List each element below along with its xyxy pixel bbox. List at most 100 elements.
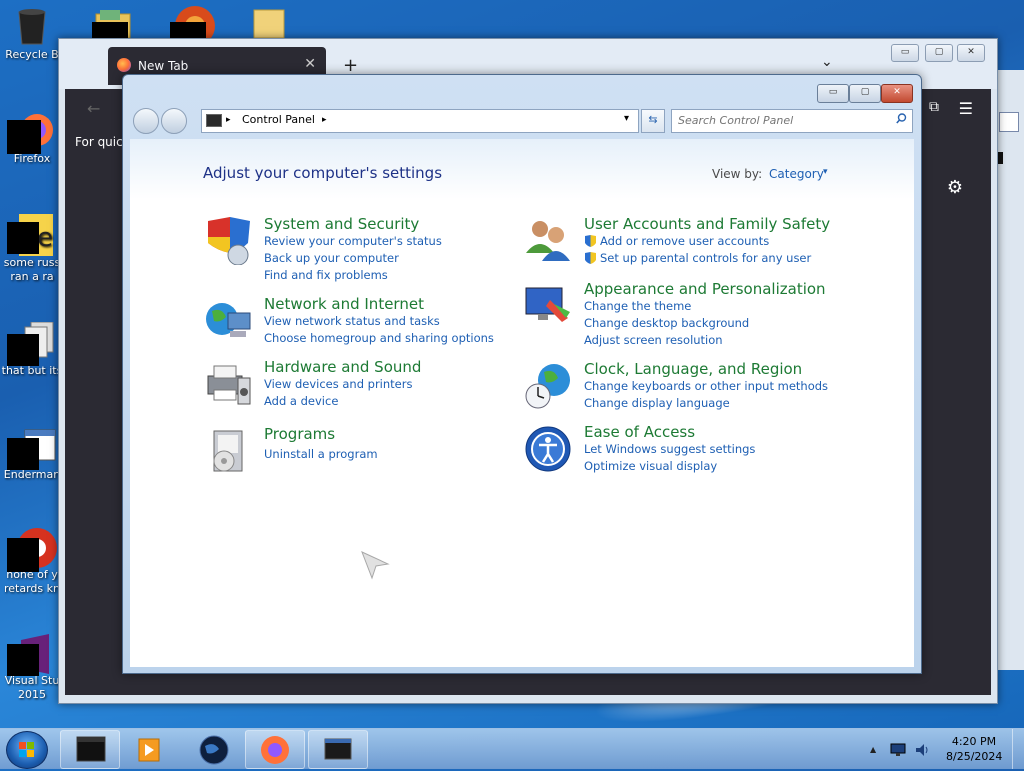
category-title[interactable]: Hardware and Sound — [264, 358, 421, 376]
category-link[interactable]: Set up parental controls for any user — [600, 251, 811, 265]
category-link[interactable]: Choose homegroup and sharing options — [264, 331, 494, 345]
desktop-icon-stack[interactable]: that but its — [0, 321, 64, 378]
text-file-icon: e — [7, 214, 53, 256]
new-tab-button[interactable]: + — [343, 55, 358, 76]
category-title[interactable]: Clock, Language, and Region — [584, 360, 802, 378]
category-link[interactable]: Adjust screen resolution — [584, 333, 723, 347]
category-link[interactable]: Change keyboards or other input methods — [584, 379, 828, 393]
cp-maximize-button[interactable]: ▢ — [849, 84, 881, 103]
category-link[interactable]: Back up your computer — [264, 251, 399, 265]
windows-logo-icon — [19, 742, 34, 757]
cp-close-button[interactable]: ✕ — [881, 84, 913, 103]
address-bar[interactable]: ▸ Control Panel ▸ ▾ — [201, 109, 639, 133]
taskbar-media-player[interactable] — [120, 730, 180, 769]
taskbar: ▲ 4:20 PM 8/25/2024 — [0, 728, 1024, 769]
gear-icon[interactable]: ⚙ — [947, 177, 963, 198]
tray-clock[interactable]: 4:20 PM 8/25/2024 — [946, 734, 1002, 764]
firefox-close-button[interactable]: ✕ — [957, 44, 985, 62]
desktop-icon-label: some russ — [3, 256, 61, 269]
search-input[interactable] — [676, 113, 886, 128]
breadcrumb-control-panel[interactable]: Control Panel — [242, 113, 315, 126]
taskbar-globe-app[interactable] — [184, 730, 244, 769]
category-link[interactable]: Add or remove user accounts — [600, 234, 769, 248]
desktop-icon-text[interactable]: e some russ ran a ra — [0, 214, 64, 284]
chevron-down-icon[interactable]: ▾ — [823, 167, 828, 177]
view-by-dropdown[interactable]: Category — [769, 167, 824, 181]
control-panel-window[interactable]: ▭ ▢ ✕ ▸ Control Panel ▸ ▾ ⇆ Adjust your … — [122, 74, 922, 674]
taskbar-terminal[interactable] — [60, 730, 120, 769]
desktop-icon-chrome[interactable]: none of y retards kn — [0, 526, 64, 596]
desktop-icon-firefox[interactable]: Firefox — [0, 110, 64, 166]
taskbar-control-panel[interactable] — [308, 730, 368, 769]
category-title[interactable]: Appearance and Personalization — [584, 280, 826, 298]
search-icon[interactable] — [896, 113, 907, 127]
show-desktop-button[interactable] — [1012, 729, 1024, 769]
taskbar-firefox[interactable] — [245, 730, 305, 769]
desktop-icon-recycle-bin[interactable]: Recycle B — [0, 6, 64, 62]
desktop-icon-label: Firefox — [13, 152, 51, 165]
category-link[interactable]: Let Windows suggest settings — [584, 442, 755, 456]
search-box[interactable] — [671, 109, 913, 133]
category-link[interactable]: Optimize visual display — [584, 459, 717, 473]
page-title: Adjust your computer's settings — [203, 164, 443, 182]
globe-app-icon — [199, 735, 229, 765]
svg-text:e: e — [37, 223, 53, 253]
category-link[interactable]: Change the theme — [584, 299, 691, 313]
clock-date: 8/25/2024 — [946, 750, 1003, 763]
category-link[interactable]: View devices and printers — [264, 377, 412, 391]
desktop-icon-label: Enderman — [3, 468, 61, 481]
uac-shield-icon — [585, 235, 596, 247]
printer-icon — [204, 360, 252, 408]
breadcrumb-root-arrow[interactable]: ▸ — [226, 115, 231, 125]
view-by-label: View by: — [712, 167, 763, 181]
category-link[interactable]: Uninstall a program — [264, 447, 378, 461]
back-arrow-icon[interactable]: ← — [87, 99, 100, 118]
tray-expand-icon[interactable]: ▲ — [870, 745, 876, 754]
background-window-search[interactable] — [999, 112, 1019, 132]
desktop-icon-label-line2: ran a ra — [10, 270, 54, 283]
chrome-icon — [7, 526, 57, 572]
network-monitor-icon[interactable] — [890, 743, 906, 760]
firefox-minimize-button[interactable]: ▭ — [891, 44, 919, 62]
desktop-icon-label-line2: 2015 — [18, 688, 46, 701]
breadcrumb-arrow[interactable]: ▸ — [322, 115, 327, 125]
category-title[interactable]: Ease of Access — [584, 423, 695, 441]
category-title[interactable]: System and Security — [264, 215, 419, 233]
desktop-icon-folder-2[interactable] — [252, 6, 288, 40]
extensions-icon[interactable]: ⧉ — [929, 99, 939, 115]
ease-of-access-icon — [524, 425, 572, 473]
list-tabs-chevron-icon[interactable]: ⌄ — [821, 54, 833, 70]
background-window[interactable] — [996, 70, 1024, 670]
desktop-icon-visual-studio[interactable]: Visual Stu 2015 — [0, 632, 64, 702]
tab-title: New Tab — [138, 59, 189, 73]
folder-icon — [253, 9, 285, 39]
programs-icon — [204, 427, 252, 475]
category-link[interactable]: View network status and tasks — [264, 314, 440, 328]
category-link[interactable]: Find and fix problems — [264, 268, 388, 282]
category-link[interactable]: Change display language — [584, 396, 730, 410]
firefox-icon — [261, 736, 289, 764]
refresh-button[interactable]: ⇆ — [641, 109, 665, 133]
back-button[interactable] — [133, 108, 159, 134]
category-title[interactable]: Network and Internet — [264, 295, 424, 313]
forward-button[interactable] — [161, 108, 187, 134]
category-link[interactable]: Change desktop background — [584, 316, 749, 330]
desktop-icon-enderman[interactable]: Enderman — [0, 426, 64, 482]
users-icon — [524, 217, 572, 265]
cp-minimize-button[interactable]: ▭ — [817, 84, 849, 103]
firefox-icon — [7, 110, 53, 154]
hamburger-menu-icon[interactable]: ☰ — [959, 99, 973, 118]
address-dropdown-icon[interactable]: ▾ — [624, 113, 629, 124]
firefox-maximize-button[interactable]: ▢ — [925, 44, 953, 62]
category-title[interactable]: User Accounts and Family Safety — [584, 215, 830, 233]
tab-close-icon[interactable]: ✕ — [304, 56, 316, 72]
desktop-icon-label: Visual Stu — [4, 674, 60, 687]
volume-icon[interactable] — [914, 743, 930, 760]
desktop-icon-label-line2: retards kn — [4, 582, 60, 595]
window-stack-icon — [7, 321, 54, 366]
category-link[interactable]: Review your computer's status — [264, 234, 442, 248]
control-panel-content: Adjust your computer's settings View by:… — [130, 139, 914, 667]
category-title[interactable]: Programs — [264, 425, 335, 443]
start-button[interactable] — [6, 731, 48, 769]
category-link[interactable]: Add a device — [264, 394, 338, 408]
